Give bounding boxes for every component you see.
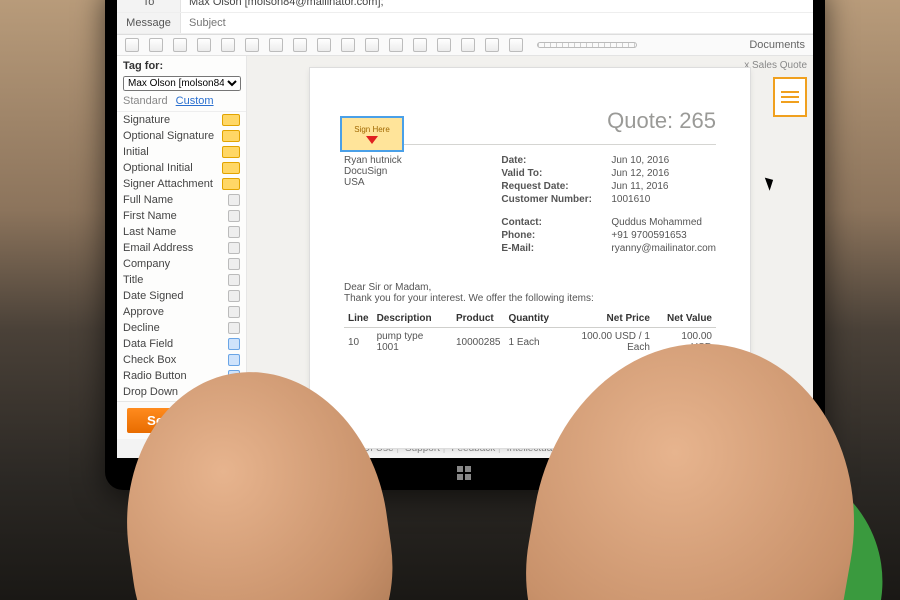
- field-item[interactable]: Optional Signature: [117, 128, 246, 144]
- document-thumbnail-icon[interactable]: [773, 77, 807, 117]
- field-icon: [228, 306, 240, 318]
- field-item[interactable]: Approve: [117, 304, 246, 320]
- toolbar-icon[interactable]: [437, 38, 451, 52]
- meta-block: Date:Jun 10, 2016Valid To:Jun 12, 2016Re…: [501, 155, 716, 256]
- field-label: Signature: [123, 114, 170, 126]
- field-label: Date Signed: [123, 290, 184, 302]
- field-item[interactable]: Full Name: [117, 192, 246, 208]
- field-icon: [222, 162, 240, 174]
- field-item[interactable]: Email Address: [117, 240, 246, 256]
- toolbar-icon[interactable]: [341, 38, 355, 52]
- field-label: Approve: [123, 306, 164, 318]
- field-item[interactable]: Decline: [117, 320, 246, 336]
- field-icon: [228, 226, 240, 238]
- toolbar-icon[interactable]: [221, 38, 235, 52]
- zoom-slider[interactable]: [537, 42, 637, 48]
- field-icon: [228, 274, 240, 286]
- field-item[interactable]: First Name: [117, 208, 246, 224]
- field-label: Optional Signature: [123, 130, 214, 142]
- field-item[interactable]: Check Box: [117, 352, 246, 368]
- documents-panel: x Sales Quote: [744, 60, 807, 117]
- sign-here-label: Sign Here: [354, 125, 390, 134]
- to-field[interactable]: Max Olson [molson84@mailinator.com];: [181, 0, 813, 12]
- field-label: Radio Button: [123, 370, 187, 382]
- email-header: To Max Olson [molson84@mailinator.com]; …: [117, 0, 813, 35]
- toolbar-icon[interactable]: [293, 38, 307, 52]
- field-item[interactable]: Company: [117, 256, 246, 272]
- field-item[interactable]: Signer Attachment: [117, 176, 246, 192]
- field-label: Signer Attachment: [123, 178, 213, 190]
- field-label: Title: [123, 274, 143, 286]
- field-item[interactable]: Initial: [117, 144, 246, 160]
- toolbar-icon[interactable]: [365, 38, 379, 52]
- field-label: Drop Down: [123, 386, 178, 398]
- field-label: Email Address: [123, 242, 193, 254]
- field-label: Check Box: [123, 354, 176, 366]
- field-item[interactable]: Optional Initial: [117, 160, 246, 176]
- field-icon: [228, 242, 240, 254]
- field-label: Initial: [123, 146, 149, 158]
- toolbar-icon[interactable]: [485, 38, 499, 52]
- field-icon: [222, 146, 240, 158]
- field-icon: [228, 210, 240, 222]
- toolbar-icon[interactable]: [125, 38, 139, 52]
- fields-sidebar: Tag for: Max Olson [molson84@...] Standa…: [117, 56, 247, 401]
- field-label: Last Name: [123, 226, 176, 238]
- field-item[interactable]: Data Field: [117, 336, 246, 352]
- field-label: Full Name: [123, 194, 173, 206]
- toolbar-icons: [125, 38, 523, 52]
- toolbar-icon[interactable]: [245, 38, 259, 52]
- field-icon: [222, 178, 240, 190]
- field-icon: [228, 322, 240, 334]
- field-icon: [228, 290, 240, 302]
- field-label: Optional Initial: [123, 162, 193, 174]
- windows-logo-icon: [457, 466, 473, 482]
- to-label: To: [117, 0, 181, 12]
- field-item[interactable]: Signature: [117, 112, 246, 128]
- arrow-down-icon: [366, 136, 378, 144]
- sales-quote-chip[interactable]: x Sales Quote: [744, 60, 807, 71]
- field-icon: [228, 258, 240, 270]
- message-label: Message: [117, 13, 181, 33]
- toolbar-icon[interactable]: [413, 38, 427, 52]
- field-label: Company: [123, 258, 170, 270]
- formatting-toolbar: Documents: [117, 35, 813, 56]
- field-item[interactable]: Date Signed: [117, 288, 246, 304]
- sign-here-tag[interactable]: Sign Here: [340, 116, 404, 152]
- tab-custom[interactable]: Custom: [176, 95, 214, 107]
- field-label: First Name: [123, 210, 177, 222]
- field-item[interactable]: Last Name: [117, 224, 246, 240]
- toolbar-icon[interactable]: [269, 38, 283, 52]
- documents-label[interactable]: Documents: [749, 39, 805, 51]
- toolbar-icon[interactable]: [389, 38, 403, 52]
- field-label: Decline: [123, 322, 160, 334]
- toolbar-icon[interactable]: [149, 38, 163, 52]
- field-icon: [222, 130, 240, 142]
- cursor-icon: [767, 176, 777, 190]
- field-icon: [228, 338, 240, 350]
- sender-block: Ryan hutnick DocuSign USA: [344, 155, 471, 256]
- toolbar-icon[interactable]: [173, 38, 187, 52]
- toolbar-icon[interactable]: [509, 38, 523, 52]
- field-item[interactable]: Title: [117, 272, 246, 288]
- tagfor-label: Tag for:: [117, 60, 246, 76]
- field-icon: [222, 114, 240, 126]
- tab-standard[interactable]: Standard: [123, 95, 168, 107]
- tagfor-select[interactable]: Max Olson [molson84@...]: [123, 76, 241, 91]
- subject-input[interactable]: [189, 17, 805, 29]
- field-icon: [228, 194, 240, 206]
- toolbar-icon[interactable]: [317, 38, 331, 52]
- letter-body: Dear Sir or Madam, Thank you for your in…: [344, 282, 716, 304]
- toolbar-icon[interactable]: [461, 38, 475, 52]
- field-icon: [228, 354, 240, 366]
- field-label: Data Field: [123, 338, 173, 350]
- toolbar-icon[interactable]: [197, 38, 211, 52]
